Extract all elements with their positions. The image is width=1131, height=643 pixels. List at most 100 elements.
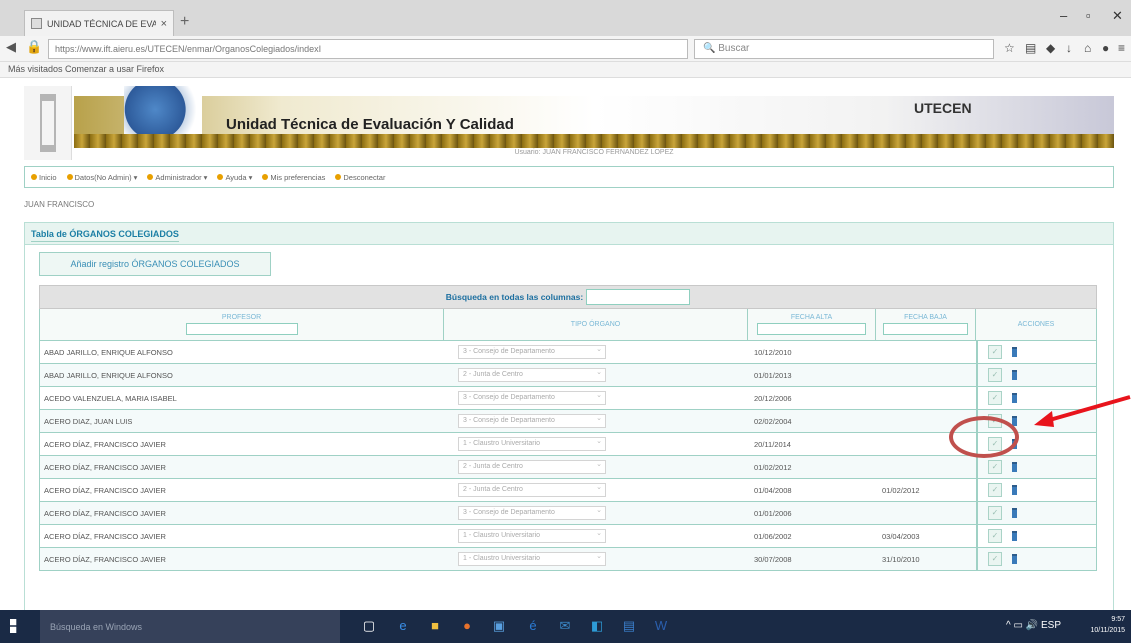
delete-icon[interactable] bbox=[1012, 462, 1017, 472]
column-header-tipo[interactable]: TIPO ÓRGANO bbox=[444, 309, 748, 340]
browser-nav-bar: ◀ 🔒 https://www.ift.aieru.es/UTECEN/enma… bbox=[0, 36, 1131, 62]
menu-item-desconectar[interactable]: Desconectar bbox=[335, 173, 385, 182]
menu-icon[interactable]: ≡ bbox=[1118, 41, 1125, 55]
edit-icon[interactable]: ✓ bbox=[988, 529, 1002, 543]
ie-icon[interactable]: é bbox=[524, 617, 542, 635]
edit-icon[interactable]: ✓ bbox=[988, 506, 1002, 520]
delete-icon[interactable] bbox=[1012, 554, 1017, 564]
table-body: ABAD JARILLO, ENRIQUE ALFONSO 3 - Consejo… bbox=[39, 341, 1097, 571]
column-header-acciones: ACCIONES bbox=[1017, 321, 1055, 328]
table-row: ACEDO VALENZUELA, MARIA ISABEL 3 - Consej… bbox=[39, 387, 1097, 410]
url-bar[interactable]: https://www.ift.aieru.es/UTECEN/enmar/Or… bbox=[48, 39, 688, 59]
cell-fecha-baja: 31/10/2010 bbox=[882, 554, 920, 564]
system-tray[interactable]: ^ ▭ 🔊 ESP bbox=[1006, 620, 1061, 631]
delete-icon[interactable] bbox=[1012, 485, 1017, 495]
logout-icon bbox=[335, 174, 342, 180]
app3-icon[interactable]: ▤ bbox=[620, 617, 638, 635]
browser-tab[interactable]: UNIDAD TÉCNICA DE EVA... × bbox=[24, 10, 174, 36]
site-title: Unidad Técnica de Evaluación Y Calidad bbox=[226, 116, 514, 133]
edit-icon[interactable]: ✓ bbox=[988, 368, 1002, 382]
app-icon[interactable]: ✉ bbox=[556, 617, 574, 635]
menu-item-datos[interactable]: Datos(No Admin) ▾ bbox=[66, 173, 137, 182]
tipo-organo-select[interactable]: 3 - Consejo de Departamento bbox=[458, 345, 606, 359]
tipo-organo-select[interactable]: 3 - Consejo de Departamento bbox=[458, 506, 606, 520]
column-header-alta[interactable]: FECHA ALTA bbox=[748, 309, 876, 340]
cell-profesor: ACERO DÍAZ, FRANCISCO JAVIER bbox=[44, 439, 166, 449]
tipo-organo-select[interactable]: 1 - Claustro Universitario bbox=[458, 437, 606, 451]
extension-icon[interactable]: ● bbox=[1102, 41, 1109, 55]
tipo-organo-select[interactable]: 3 - Consejo de Departamento bbox=[458, 414, 606, 428]
column-header-baja[interactable]: FECHA BAJA bbox=[876, 309, 976, 340]
filter-baja[interactable] bbox=[882, 323, 969, 335]
table-row: ACERO DÍAZ, FRANCISCO JAVIER 3 - Consejo … bbox=[39, 502, 1097, 525]
new-tab-button[interactable]: + bbox=[180, 13, 189, 31]
organos-table: Búsqueda en todas las columnas: PROFESOR… bbox=[39, 285, 1097, 571]
firefox-icon[interactable]: ● bbox=[458, 617, 476, 635]
edit-icon[interactable]: ✓ bbox=[988, 552, 1002, 566]
delete-icon[interactable] bbox=[1012, 393, 1017, 403]
bookmarks-bar[interactable]: Más visitados Comenzar a usar Firefox bbox=[0, 62, 1131, 78]
tipo-organo-select[interactable]: 2 - Junta de Centro bbox=[458, 460, 606, 474]
delete-icon[interactable] bbox=[1012, 508, 1017, 518]
edit-icon[interactable]: ✓ bbox=[988, 345, 1002, 359]
delete-icon[interactable] bbox=[1012, 370, 1017, 380]
edit-icon[interactable]: ✓ bbox=[988, 483, 1002, 497]
taskbar-search[interactable]: Búsqueda en Windows bbox=[40, 610, 340, 643]
home-icon[interactable]: ⌂ bbox=[1084, 41, 1091, 55]
close-window-icon[interactable]: ✕ bbox=[1112, 8, 1123, 24]
tipo-organo-select[interactable]: 1 - Claustro Universitario bbox=[458, 552, 606, 566]
column-header-profesor[interactable]: PROFESOR bbox=[40, 309, 444, 340]
cell-profesor: ACEDO VALENZUELA, MARIA ISABEL bbox=[44, 393, 177, 403]
bookmark-star-icon[interactable]: ☆ bbox=[1004, 41, 1015, 55]
clock[interactable]: 9:57 10/11/2015 bbox=[1090, 614, 1125, 636]
help-icon bbox=[217, 174, 224, 180]
word-icon[interactable]: W bbox=[652, 617, 670, 635]
table-header: PROFESOR TIPO ÓRGANO FECHA ALTA FECHA BA… bbox=[39, 309, 1097, 341]
filter-alta[interactable] bbox=[756, 323, 867, 335]
tab-title: UNIDAD TÉCNICA DE EVA... bbox=[47, 18, 156, 29]
store-icon[interactable]: ▣ bbox=[490, 617, 508, 635]
site-banner: Unidad Técnica de Evaluación Y Calidad U… bbox=[24, 86, 1114, 160]
panel-title: Tabla de ÓRGANOS COLEGIADOS bbox=[25, 223, 1113, 245]
user-info: Usuario: JUAN FRANCISCO FERNANDEZ LOPEZ bbox=[514, 149, 674, 156]
pocket-icon[interactable]: ◆ bbox=[1046, 41, 1055, 55]
current-user: JUAN FRANCISCO bbox=[24, 200, 95, 209]
reading-list-icon[interactable]: ▤ bbox=[1025, 41, 1036, 55]
main-menu: Inicio Datos(No Admin) ▾ Administrador ▾… bbox=[24, 166, 1114, 188]
cell-acciones: ✓ bbox=[976, 548, 1096, 570]
filter-profesor[interactable] bbox=[185, 323, 298, 335]
menu-item-administrador[interactable]: Administrador ▾ bbox=[147, 173, 207, 182]
file-explorer-icon[interactable]: ■ bbox=[426, 617, 444, 635]
delete-icon[interactable] bbox=[1012, 531, 1017, 541]
menu-item-inicio[interactable]: Inicio bbox=[31, 173, 57, 182]
maximize-icon[interactable]: ▫ bbox=[1086, 8, 1091, 23]
edit-icon[interactable]: ✓ bbox=[988, 391, 1002, 405]
download-icon[interactable]: ↓ bbox=[1066, 41, 1072, 55]
page-content: Unidad Técnica de Evaluación Y Calidad U… bbox=[0, 78, 1131, 622]
data-icon bbox=[66, 174, 73, 180]
menu-item-preferencias[interactable]: Mis preferencias bbox=[262, 173, 325, 182]
minimize-icon[interactable]: – bbox=[1060, 8, 1067, 23]
task-view-icon[interactable]: ▢ bbox=[360, 617, 378, 635]
edge-icon[interactable]: e bbox=[394, 617, 412, 635]
app2-icon[interactable]: ◧ bbox=[588, 617, 606, 635]
edit-icon[interactable]: ✓ bbox=[988, 460, 1002, 474]
tipo-organo-select[interactable]: 2 - Junta de Centro bbox=[458, 483, 606, 497]
cell-acciones: ✓ bbox=[976, 341, 1096, 363]
delete-icon[interactable] bbox=[1012, 347, 1017, 357]
back-icon[interactable]: ◀ bbox=[6, 39, 16, 55]
tipo-organo-select[interactable]: 2 - Junta de Centro bbox=[458, 368, 606, 382]
menu-item-ayuda[interactable]: Ayuda ▾ bbox=[217, 173, 252, 182]
table-row: ABAD JARILLO, ENRIQUE ALFONSO 3 - Consejo… bbox=[39, 341, 1097, 364]
cell-acciones: ✓ bbox=[976, 364, 1096, 386]
global-search-input[interactable] bbox=[586, 289, 691, 305]
cell-fecha-alta: 30/07/2008 bbox=[754, 554, 792, 564]
close-tab-icon[interactable]: × bbox=[161, 18, 173, 30]
tipo-organo-select[interactable]: 1 - Claustro Universitario bbox=[458, 529, 606, 543]
add-record-button[interactable]: Añadir registro ÓRGANOS COLEGIADOS bbox=[39, 252, 271, 276]
browser-search-input[interactable]: 🔍 Buscar bbox=[694, 39, 994, 59]
tipo-organo-select[interactable]: 3 - Consejo de Departamento bbox=[458, 391, 606, 405]
cell-acciones: ✓ bbox=[976, 456, 1096, 478]
start-icon[interactable] bbox=[10, 619, 17, 633]
page-favicon-icon bbox=[31, 18, 42, 29]
